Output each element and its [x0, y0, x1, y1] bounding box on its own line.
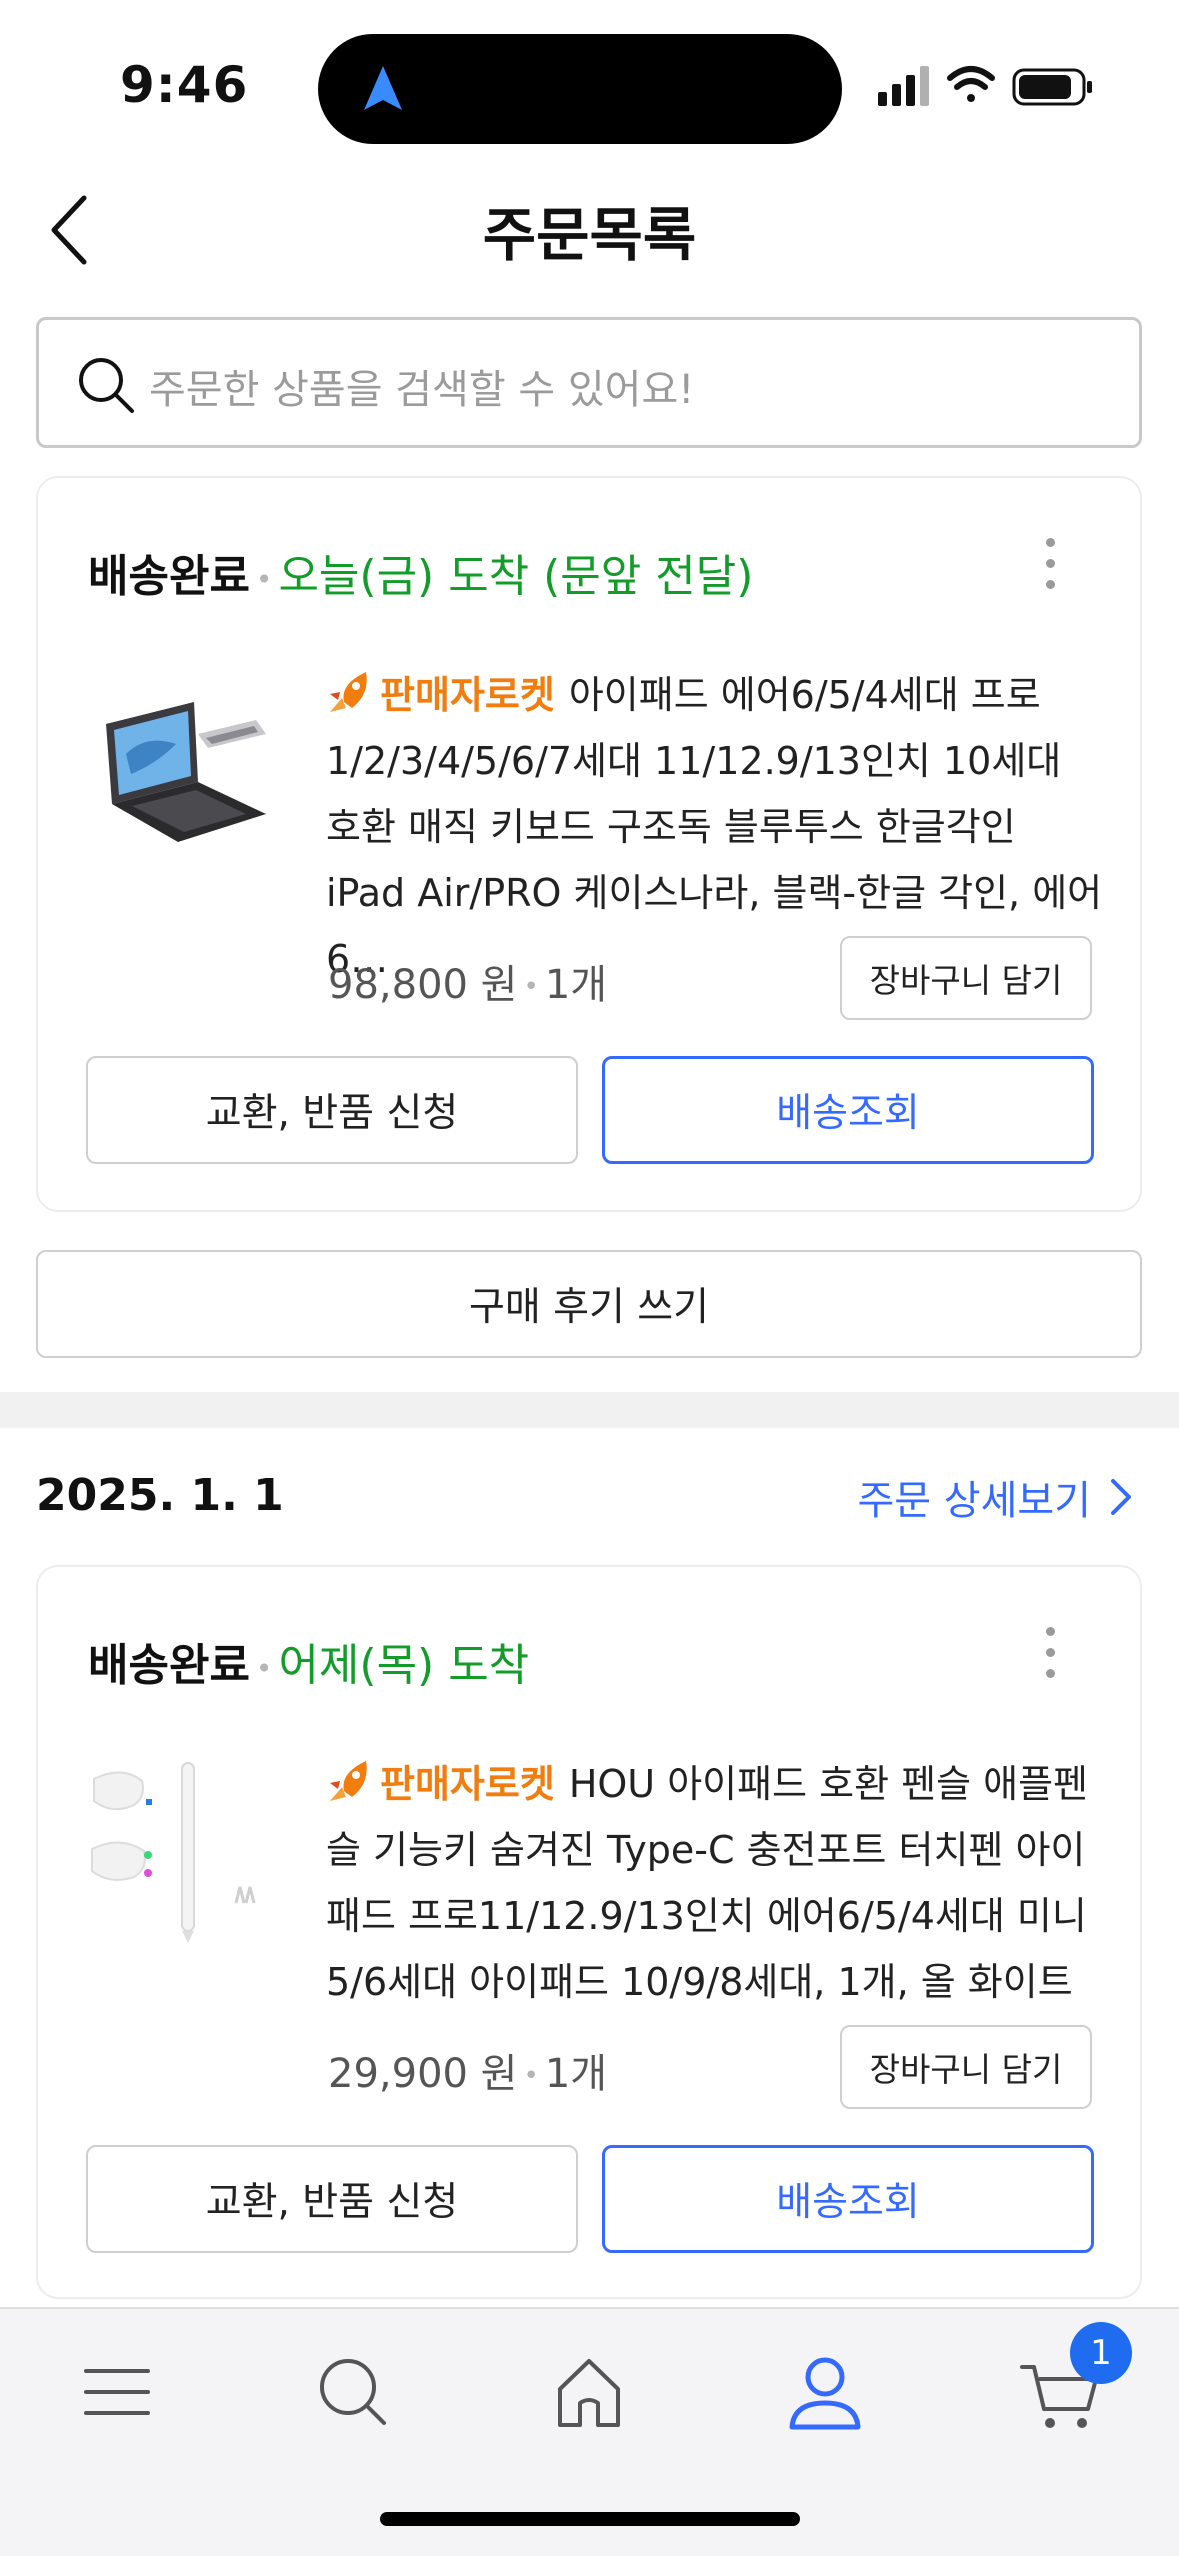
search-icon	[79, 358, 134, 413]
order-detail-link[interactable]: 주문 상세보기	[857, 1468, 1133, 1526]
product-price: 98,800 원 • 1개	[328, 962, 608, 1008]
quantity-value: 1개	[544, 962, 608, 1008]
wifi-icon	[947, 66, 995, 102]
order-date: 2025. 1. 1	[36, 1470, 284, 1521]
write-review-button[interactable]: 구매 후기 쓰기	[36, 1250, 1142, 1358]
chevron-right-icon	[1111, 1479, 1131, 1515]
location-arrow-icon	[364, 66, 402, 110]
dynamic-island	[318, 34, 842, 144]
exchange-return-button[interactable]: 교환, 반품 신청	[86, 2145, 578, 2253]
search-placeholder: 주문한 상품을 검색할 수 있어요!	[149, 367, 695, 413]
rocket-icon	[330, 672, 367, 712]
add-to-cart-button[interactable]: 장바구니 담기	[840, 2025, 1092, 2109]
my-page-icon[interactable]	[780, 2347, 870, 2437]
ipad-keyboard-image	[106, 702, 266, 842]
quantity-value: 1개	[544, 2051, 608, 2097]
product-price: 29,900 원 • 1개	[328, 2051, 608, 2097]
price-value: 98,800 원	[328, 962, 518, 1008]
order-card: 배송완료 • 어제(목) 도착 판매자로켓 HOU 아이패드 호환 펜슬 애플펜슬 기…	[36, 1565, 1142, 2299]
order-detail-label: 주문 상세보기	[857, 1478, 1091, 1524]
menu-icon[interactable]	[72, 2347, 162, 2437]
delivery-status-label: 배송완료	[88, 1640, 250, 1691]
product-thumbnail-pencil[interactable]	[86, 1753, 276, 1943]
header: 주문목록	[0, 170, 1179, 290]
status-bar: 9:46	[0, 0, 1179, 150]
page-title: 주문목록	[482, 201, 697, 269]
seller-rocket-badge: 판매자로켓	[380, 1762, 555, 1806]
delivery-status-label: 배송완료	[88, 551, 250, 602]
price-value: 29,900 원	[328, 2051, 518, 2097]
home-indicator	[380, 2512, 800, 2526]
delivery-arrival-text: 오늘(금) 도착 (문앞 전달)	[278, 551, 754, 602]
delivery-status: 배송완료 • 오늘(금) 도착 (문앞 전달)	[88, 551, 754, 602]
more-options-button[interactable]	[1040, 1627, 1060, 1687]
home-icon[interactable]	[544, 2347, 634, 2437]
search-icon[interactable]	[308, 2347, 398, 2437]
delivery-status: 배송완료 • 어제(목) 도착	[88, 1640, 530, 1691]
seller-rocket-badge: 판매자로켓	[380, 673, 555, 717]
track-delivery-button[interactable]: 배송조회	[602, 2145, 1094, 2253]
product-thumbnail-keyboard-case[interactable]	[86, 664, 276, 854]
product-title-text: 아이패드 에어6/5/4세대 프로 1/2/3/4/5/6/7세대 11/12.…	[326, 673, 1103, 981]
delivery-arrival-text: 어제(목) 도착	[278, 1640, 530, 1691]
order-card: 배송완료 • 오늘(금) 도착 (문앞 전달) 판매자로켓 아이패드 에어6/5/4세…	[36, 476, 1142, 1212]
signal-icon	[878, 66, 929, 106]
more-options-button[interactable]	[1040, 538, 1060, 598]
search-input[interactable]: 주문한 상품을 검색할 수 있어요!	[36, 317, 1142, 448]
product-title[interactable]: 판매자로켓 HOU 아이패드 호환 펜슬 애플펜슬 기능키 숨겨진 Type-C …	[326, 1751, 1106, 2015]
exchange-return-button[interactable]: 교환, 반품 신청	[86, 1056, 578, 1164]
add-to-cart-button[interactable]: 장바구니 담기	[840, 936, 1092, 1020]
cart-count-badge: 1	[1070, 2322, 1132, 2384]
status-icons	[878, 66, 1092, 106]
track-delivery-button[interactable]: 배송조회	[602, 1056, 1094, 1164]
battery-icon	[1012, 68, 1092, 106]
stylus-pencil-image	[91, 1762, 256, 1943]
status-time: 9:46	[120, 56, 249, 114]
section-divider	[0, 1392, 1179, 1428]
rocket-icon	[330, 1761, 367, 1801]
